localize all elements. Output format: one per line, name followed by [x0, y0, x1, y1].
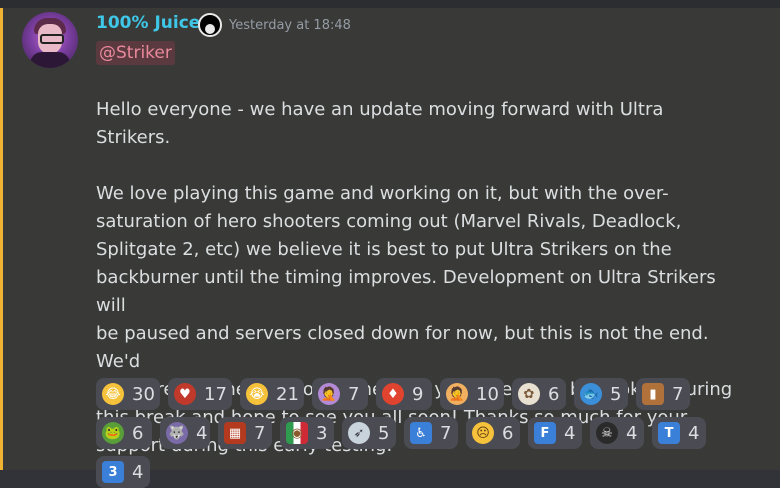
- user-mention[interactable]: @Striker: [96, 41, 175, 65]
- reaction-rofl[interactable]: 😂 30: [96, 378, 160, 410]
- avatar-glasses: [40, 34, 64, 44]
- reaction-wolf[interactable]: 🐺 4: [160, 417, 210, 449]
- fish-emoji: 🐟: [580, 383, 602, 405]
- reaction-count: 6: [502, 422, 514, 444]
- timestamp: Yesterday at 18:48: [229, 18, 351, 33]
- reaction-letter-f[interactable]: F 4: [528, 417, 582, 449]
- reaction-sad-face[interactable]: ☹ 6: [466, 417, 520, 449]
- reaction-skull[interactable]: ☠ 4: [590, 417, 644, 449]
- skull-emoji: ☠: [596, 422, 618, 444]
- pepe-emoji: 🐸: [102, 422, 124, 444]
- message-paragraph: Hello everyone - we have an update movin…: [96, 99, 670, 148]
- reaction-keycap-3[interactable]: 3 4: [96, 456, 150, 488]
- person-facepalm-emoji: 🤦: [446, 383, 468, 405]
- reaction-count: 30: [132, 383, 155, 405]
- facepalm-emoji: 🤦: [318, 383, 340, 405]
- cyclops-heart-emoji: ♥: [174, 383, 196, 405]
- reaction-count: 17: [204, 383, 227, 405]
- reaction-count: 3: [316, 422, 328, 444]
- reaction-count: 5: [610, 383, 622, 405]
- reaction-person-facepalm[interactable]: 🤦 10: [440, 378, 504, 410]
- reaction-count: 4: [132, 461, 144, 483]
- reaction-pepe[interactable]: 🐸 6: [96, 417, 152, 449]
- reaction-count: 4: [564, 422, 576, 444]
- letter-t-emoji: T: [658, 422, 680, 444]
- red-grid-emoji: ▦: [224, 422, 246, 444]
- mention-highlight-bar: [0, 8, 3, 470]
- reaction-count: 7: [672, 383, 684, 405]
- reaction-letter-t[interactable]: T 4: [652, 417, 706, 449]
- reaction-count: 9: [412, 383, 424, 405]
- reaction-count: 6: [132, 422, 144, 444]
- reaction-count: 4: [626, 422, 638, 444]
- sob-emoji: 😭: [246, 383, 268, 405]
- avatar[interactable]: [22, 12, 78, 68]
- letter-f-emoji: F: [534, 422, 556, 444]
- keycap-3-emoji: 3: [102, 461, 124, 483]
- wolf-emoji: 🐺: [166, 422, 188, 444]
- reaction-count: 7: [254, 422, 266, 444]
- rofl-emoji: 😂: [102, 383, 124, 405]
- reaction-fish[interactable]: 🐟 5: [574, 378, 628, 410]
- reaction-sob[interactable]: 😭 21: [240, 378, 304, 410]
- reaction-count: 10: [476, 383, 499, 405]
- reaction-accessibility[interactable]: ♿ 7: [404, 417, 458, 449]
- reaction-mexico-flag[interactable]: ◉ 3: [280, 417, 334, 449]
- heart-badge-emoji: ♦: [382, 383, 404, 405]
- reaction-count: 4: [688, 422, 700, 444]
- username[interactable]: 100% Juice: [96, 13, 200, 33]
- reaction-count: 4: [196, 422, 208, 444]
- reaction-rocket[interactable]: ➶ 5: [342, 417, 396, 449]
- reaction-count: 21: [276, 383, 299, 405]
- ultra-logo-emoji: ▮: [642, 383, 664, 405]
- reaction-sparkle-flower[interactable]: ✿ 6: [512, 378, 566, 410]
- reaction-cyclops-heart[interactable]: ♥ 17: [168, 378, 232, 410]
- reaction-ultra-logo[interactable]: ▮ 7: [636, 378, 690, 410]
- reaction-red-grid[interactable]: ▦ 7: [218, 417, 272, 449]
- top-strip: [0, 0, 780, 8]
- reaction-heart-badge[interactable]: ♦ 9: [376, 378, 432, 410]
- reaction-count: 7: [348, 383, 360, 405]
- server-tag-icon[interactable]: [198, 13, 222, 37]
- reaction-facepalm[interactable]: 🤦 7: [312, 378, 368, 410]
- sparkle-flower-emoji: ✿: [518, 383, 540, 405]
- accessibility-emoji: ♿: [410, 422, 432, 444]
- sad-face-emoji: ☹: [472, 422, 494, 444]
- reaction-count: 5: [378, 422, 390, 444]
- avatar-shirt: [30, 52, 70, 68]
- reaction-count: 7: [440, 422, 452, 444]
- reaction-count: 6: [548, 383, 560, 405]
- rocket-emoji: ➶: [348, 422, 370, 444]
- mexico-flag-emoji: ◉: [286, 422, 308, 444]
